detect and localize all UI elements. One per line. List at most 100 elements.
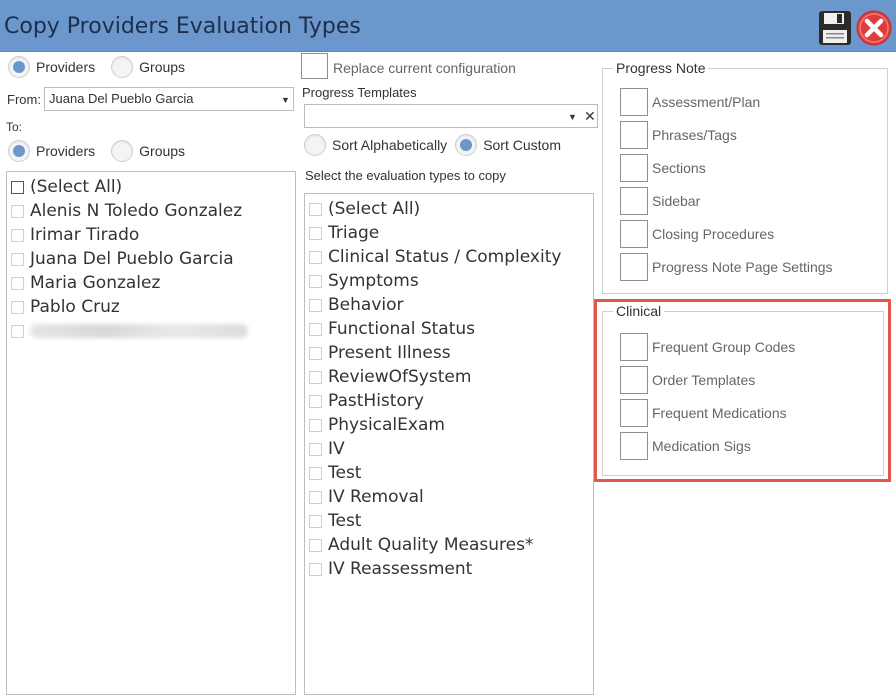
list-item[interactable]: Symptoms [309, 269, 593, 293]
list-item[interactable]: IV Reassessment [309, 557, 593, 581]
sort-custom-label: Sort Custom [483, 137, 561, 153]
source-groups-label: Groups [139, 59, 186, 75]
checkbox[interactable] [309, 538, 322, 552]
progress-note-option-row[interactable]: Assessment/Plan [620, 88, 760, 116]
checkbox[interactable] [309, 490, 322, 504]
progress-note-option-checkbox[interactable] [620, 121, 648, 149]
sort-radios: Sort Alphabetically Sort Custom [304, 134, 577, 156]
progress-note-option-row[interactable]: Closing Procedures [620, 220, 774, 248]
progress-note-option-checkbox[interactable] [620, 253, 648, 281]
clinical-option-checkbox[interactable] [620, 432, 648, 460]
clinical-option-row[interactable]: Frequent Medications [620, 399, 787, 427]
to-type-radios: Providers Groups [8, 140, 201, 162]
checkbox[interactable] [309, 250, 322, 264]
progress-note-option-row[interactable]: Sections [620, 154, 706, 182]
list-item[interactable]: Irimar Tirado [11, 223, 295, 247]
list-item[interactable]: Present Illness [309, 341, 593, 365]
checkbox[interactable] [309, 202, 322, 216]
progress-templates-label: Progress Templates [302, 85, 417, 100]
list-item[interactable]: Juana Del Pueblo Garcia [11, 247, 295, 271]
floppy-disk-icon [819, 11, 851, 45]
chevron-down-icon[interactable]: ▼ [568, 112, 577, 122]
chevron-down-icon: ▼ [281, 95, 290, 105]
close-button[interactable] [856, 10, 892, 46]
clinical-option-row[interactable]: Order Templates [620, 366, 755, 394]
from-provider-value: Juana Del Pueblo Garcia [49, 91, 194, 106]
close-icon [856, 10, 892, 46]
list-item[interactable]: (Select All) [309, 197, 593, 221]
clear-icon[interactable]: ✕ [584, 108, 596, 125]
checkbox[interactable] [309, 274, 322, 288]
source-providers-radio[interactable] [8, 56, 30, 78]
progress-note-legend: Progress Note [613, 60, 709, 76]
checkbox[interactable] [309, 418, 322, 432]
checkbox[interactable] [11, 324, 24, 338]
checkbox[interactable] [11, 252, 24, 266]
eval-types-list[interactable]: (Select All) Triage Clinical Status / Comp… [304, 193, 594, 695]
list-item[interactable] [11, 319, 295, 343]
list-item[interactable]: Adult Quality Measures* [309, 533, 593, 557]
checkbox[interactable] [11, 300, 24, 314]
clinical-option-checkbox[interactable] [620, 333, 648, 361]
progress-note-option-checkbox[interactable] [620, 220, 648, 248]
replace-config-label: Replace current configuration [333, 60, 516, 76]
from-provider-select[interactable]: Juana Del Pueblo Garcia [44, 87, 294, 111]
checkbox[interactable] [11, 180, 24, 194]
sort-custom-radio[interactable] [455, 134, 478, 156]
to-providers-list[interactable]: (Select All) Alenis N Toledo Gonzalez Ir… [6, 171, 296, 695]
source-groups-radio[interactable] [111, 56, 134, 78]
to-groups-radio[interactable] [111, 140, 134, 162]
clinical-option-row[interactable]: Frequent Group Codes [620, 333, 795, 361]
progress-note-option-row[interactable]: Sidebar [620, 187, 700, 215]
list-item[interactable]: Pablo Cruz [11, 295, 295, 319]
progress-note-option-checkbox[interactable] [620, 187, 648, 215]
progress-templates-select[interactable] [304, 104, 598, 128]
checkbox[interactable] [11, 204, 24, 218]
list-item[interactable]: ReviewOfSystem [309, 365, 593, 389]
progress-note-option-row[interactable]: Phrases/Tags [620, 121, 737, 149]
checkbox[interactable] [309, 394, 322, 408]
to-groups-label: Groups [139, 143, 186, 159]
clinical-option-checkbox[interactable] [620, 399, 648, 427]
list-item[interactable]: (Select All) [11, 175, 295, 199]
list-item[interactable]: PastHistory [309, 389, 593, 413]
to-providers-radio[interactable] [8, 140, 30, 162]
save-button[interactable] [818, 10, 852, 46]
list-item[interactable]: Behavior [309, 293, 593, 317]
list-item[interactable]: Alenis N Toledo Gonzalez [11, 199, 295, 223]
list-item[interactable]: Triage [309, 221, 593, 245]
checkbox[interactable] [309, 226, 322, 240]
checkbox[interactable] [309, 514, 322, 528]
to-label: To: [6, 120, 23, 134]
clinical-option-checkbox[interactable] [620, 366, 648, 394]
progress-note-option-checkbox[interactable] [620, 154, 648, 182]
replace-config-checkbox[interactable] [301, 53, 328, 79]
list-item[interactable]: Clinical Status / Complexity [309, 245, 593, 269]
checkbox[interactable] [309, 322, 322, 336]
progress-note-option-row[interactable]: Progress Note Page Settings [620, 253, 833, 281]
clinical-option-row[interactable]: Medication Sigs [620, 432, 751, 460]
progress-note-option-checkbox[interactable] [620, 88, 648, 116]
checkbox[interactable] [309, 370, 322, 384]
sort-alphabetically-label: Sort Alphabetically [332, 137, 448, 153]
checkbox[interactable] [309, 442, 322, 456]
checkbox[interactable] [309, 466, 322, 480]
checkbox[interactable] [309, 346, 322, 360]
checkbox[interactable] [11, 276, 24, 290]
list-item[interactable]: IV Removal [309, 485, 593, 509]
title-bar: Copy Providers Evaluation Types [0, 0, 896, 52]
checkbox[interactable] [309, 562, 322, 576]
select-eval-types-label: Select the evaluation types to copy [305, 168, 506, 183]
list-item[interactable]: Maria Gonzalez [11, 271, 295, 295]
checkbox[interactable] [309, 298, 322, 312]
list-item[interactable]: Functional Status [309, 317, 593, 341]
sort-alphabetically-radio[interactable] [304, 134, 326, 156]
clinical-legend: Clinical [613, 303, 665, 319]
list-item[interactable]: PhysicalExam [309, 413, 593, 437]
list-item[interactable]: Test [309, 509, 593, 533]
redacted-name [30, 324, 248, 338]
to-providers-label: Providers [36, 143, 96, 159]
list-item[interactable]: Test [309, 461, 593, 485]
checkbox[interactable] [11, 228, 24, 242]
list-item[interactable]: IV [309, 437, 593, 461]
